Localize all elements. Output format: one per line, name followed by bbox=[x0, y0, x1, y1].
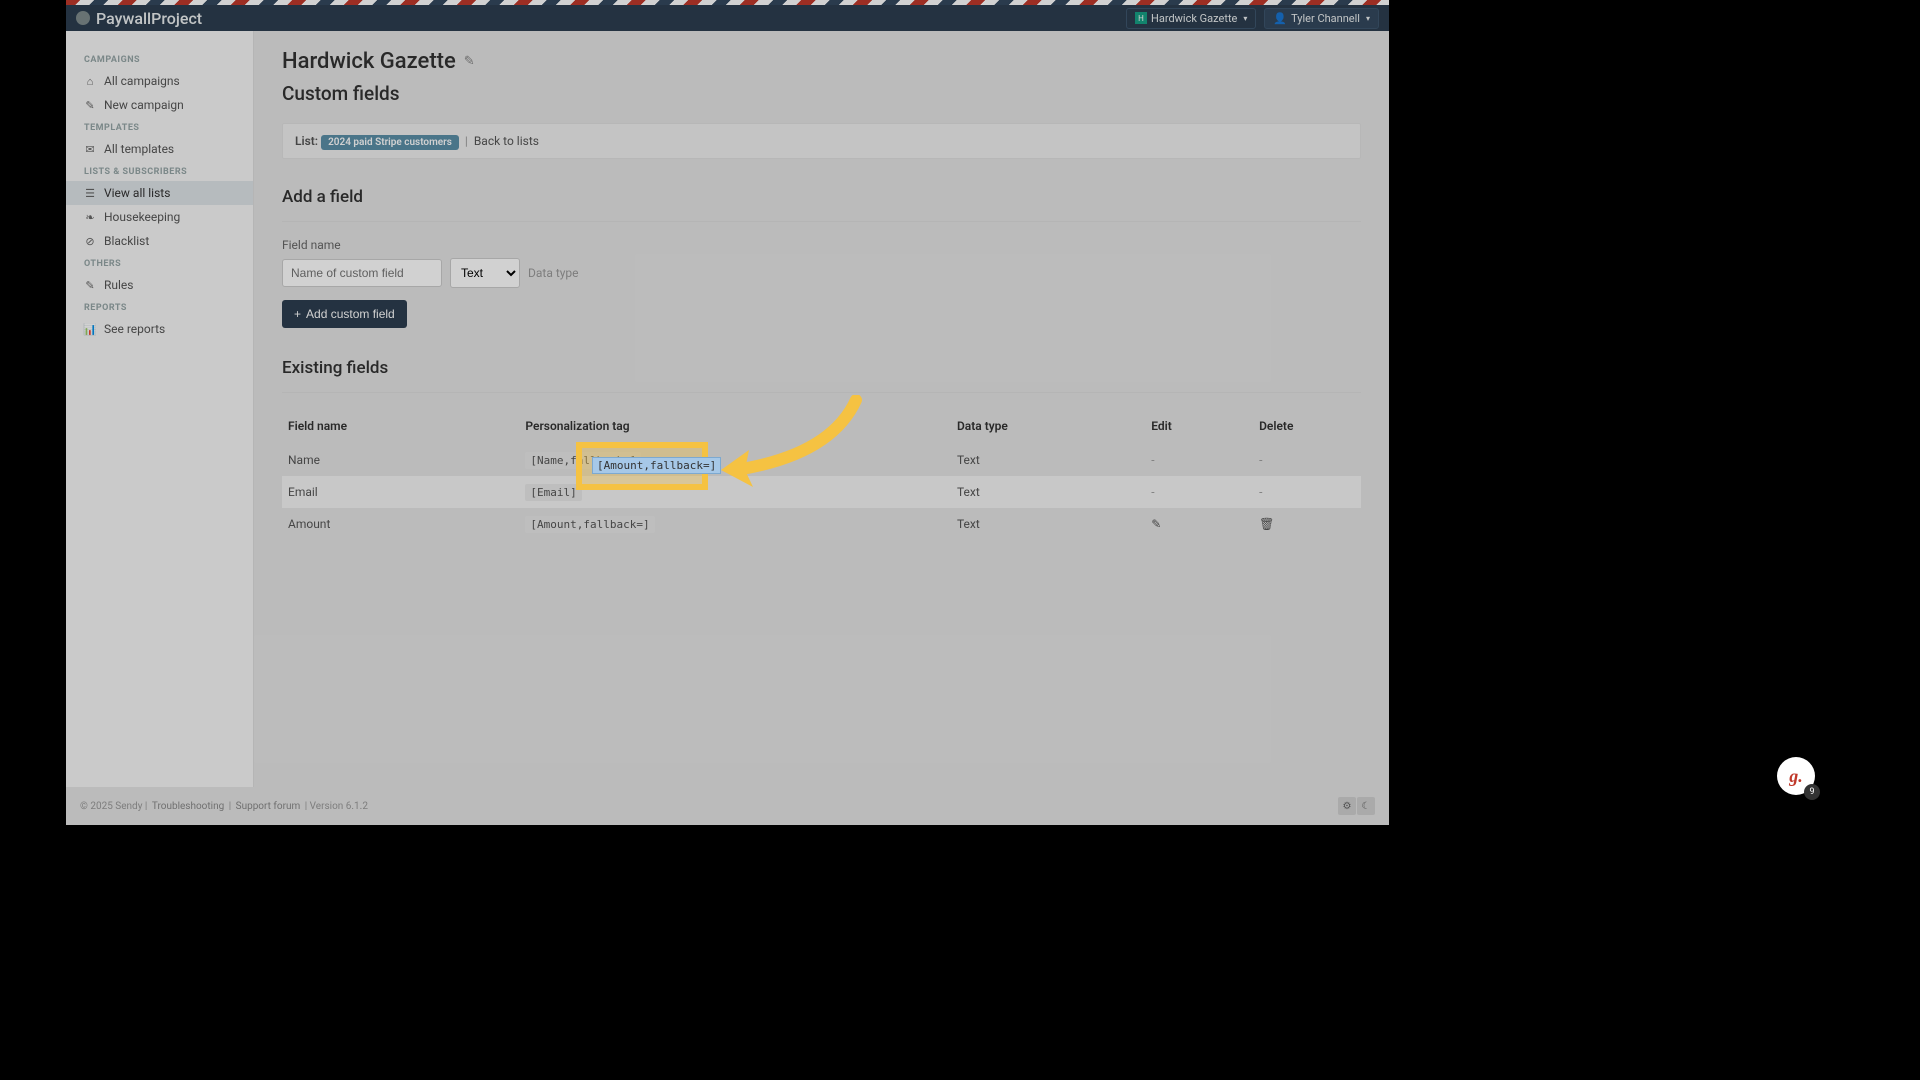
sidebar-item-see-reports[interactable]: 📊See reports bbox=[66, 317, 253, 341]
footer-troubleshoot-link[interactable]: Troubleshooting bbox=[152, 801, 224, 812]
top-bar: PaywallProject H Hardwick Gazette ▾ 👤 Ty… bbox=[66, 5, 1389, 31]
table-row: Name [Name,fallback=] Text - - bbox=[282, 444, 1361, 477]
sidebar: CAMPAIGNS ⌂All campaigns ✎New campaign T… bbox=[66, 31, 254, 825]
sidebar-item-blacklist[interactable]: ⊘Blacklist bbox=[66, 229, 253, 253]
home-icon: ⌂ bbox=[84, 75, 96, 88]
th-tag: Personalization tag bbox=[519, 409, 951, 444]
table-row: Amount [Amount,fallback=] Text ✎ 🗑 bbox=[282, 508, 1361, 540]
add-custom-field-button[interactable]: +Add custom field bbox=[282, 300, 407, 328]
sidebar-item-view-all-lists[interactable]: ☰View all lists bbox=[66, 181, 253, 205]
fields-table: Field name Personalization tag Data type… bbox=[282, 409, 1361, 540]
th-type: Data type bbox=[951, 409, 1145, 444]
delete-icon[interactable]: 🗑 bbox=[1259, 517, 1274, 531]
settings-icon[interactable]: ⚙ bbox=[1338, 797, 1356, 815]
sidebar-section-lists: LISTS & SUBSCRIBERS bbox=[66, 161, 253, 181]
leaf-icon: ❧ bbox=[84, 211, 96, 224]
sidebar-item-all-templates[interactable]: ✉All templates bbox=[66, 137, 253, 161]
page-subtitle: Custom fields bbox=[282, 82, 1361, 105]
sidebar-item-new-campaign[interactable]: ✎New campaign bbox=[66, 93, 253, 117]
chevron-down-icon: ▾ bbox=[1243, 14, 1247, 23]
th-name: Field name bbox=[282, 409, 519, 444]
list-context-bar: List: 2024 paid Stripe customers | Back … bbox=[282, 123, 1361, 159]
existing-fields-heading: Existing fields bbox=[282, 358, 1361, 378]
divider bbox=[282, 392, 1361, 393]
sidebar-item-housekeeping[interactable]: ❧Housekeeping bbox=[66, 205, 253, 229]
list-badge[interactable]: 2024 paid Stripe customers bbox=[321, 135, 459, 150]
personalization-tag[interactable]: [Email] bbox=[525, 484, 581, 501]
list-icon: ☰ bbox=[84, 187, 96, 200]
brand-logo bbox=[76, 11, 90, 25]
dark-mode-icon[interactable]: ☾ bbox=[1357, 797, 1375, 815]
chevron-down-icon: ▾ bbox=[1366, 14, 1370, 23]
field-name-label: Field name bbox=[282, 238, 1361, 252]
personalization-tag[interactable]: [Name,fallback=] bbox=[525, 452, 641, 469]
user-name: Tyler Channell bbox=[1291, 12, 1360, 25]
pencil-icon: ✎ bbox=[84, 279, 96, 292]
sidebar-section-campaigns: CAMPAIGNS bbox=[66, 49, 253, 69]
ban-icon: ⊘ bbox=[84, 235, 96, 248]
compose-icon: ✎ bbox=[84, 99, 96, 112]
edit-title-icon[interactable]: ✎ bbox=[464, 54, 475, 69]
sidebar-item-all-campaigns[interactable]: ⌂All campaigns bbox=[66, 69, 253, 93]
data-type-hint: Data type bbox=[528, 266, 579, 280]
org-badge: H bbox=[1135, 12, 1147, 24]
th-delete: Delete bbox=[1253, 409, 1361, 444]
add-field-heading: Add a field bbox=[282, 187, 1361, 207]
main-content: Hardwick Gazette ✎ Custom fields List: 2… bbox=[254, 31, 1389, 825]
footer: © 2025 Sendy | Troubleshooting | Support… bbox=[66, 787, 1389, 825]
th-edit: Edit bbox=[1145, 409, 1253, 444]
sidebar-section-others: OTHERS bbox=[66, 253, 253, 273]
field-name-input[interactable] bbox=[282, 259, 442, 287]
table-row: Email [Email] Text - - bbox=[282, 476, 1361, 508]
footer-copyright: © 2025 Sendy bbox=[80, 801, 142, 812]
org-name: Hardwick Gazette bbox=[1151, 12, 1237, 25]
data-type-select[interactable]: Text bbox=[450, 258, 520, 288]
list-label: List: bbox=[295, 134, 318, 148]
plus-icon: + bbox=[294, 307, 301, 321]
sidebar-section-reports: REPORTS bbox=[66, 297, 253, 317]
fab-badge: 9 bbox=[1804, 784, 1820, 800]
user-dropdown[interactable]: 👤 Tyler Channell ▾ bbox=[1264, 8, 1379, 29]
sidebar-item-rules[interactable]: ✎Rules bbox=[66, 273, 253, 297]
edit-icon[interactable]: ✎ bbox=[1151, 517, 1161, 531]
personalization-tag[interactable]: [Amount,fallback=] bbox=[525, 516, 654, 533]
footer-version: Version 6.1.2 bbox=[310, 801, 368, 812]
envelope-icon: ✉ bbox=[84, 143, 96, 156]
back-to-lists-link[interactable]: Back to lists bbox=[474, 134, 539, 148]
chart-icon: 📊 bbox=[84, 323, 96, 336]
brand-name: PaywallProject bbox=[96, 9, 202, 28]
footer-support-link[interactable]: Support forum bbox=[236, 801, 301, 812]
sidebar-section-templates: TEMPLATES bbox=[66, 117, 253, 137]
page-title: Hardwick Gazette bbox=[282, 49, 456, 74]
user-icon: 👤 bbox=[1273, 12, 1287, 25]
org-dropdown[interactable]: H Hardwick Gazette ▾ bbox=[1126, 8, 1256, 29]
divider bbox=[282, 221, 1361, 222]
